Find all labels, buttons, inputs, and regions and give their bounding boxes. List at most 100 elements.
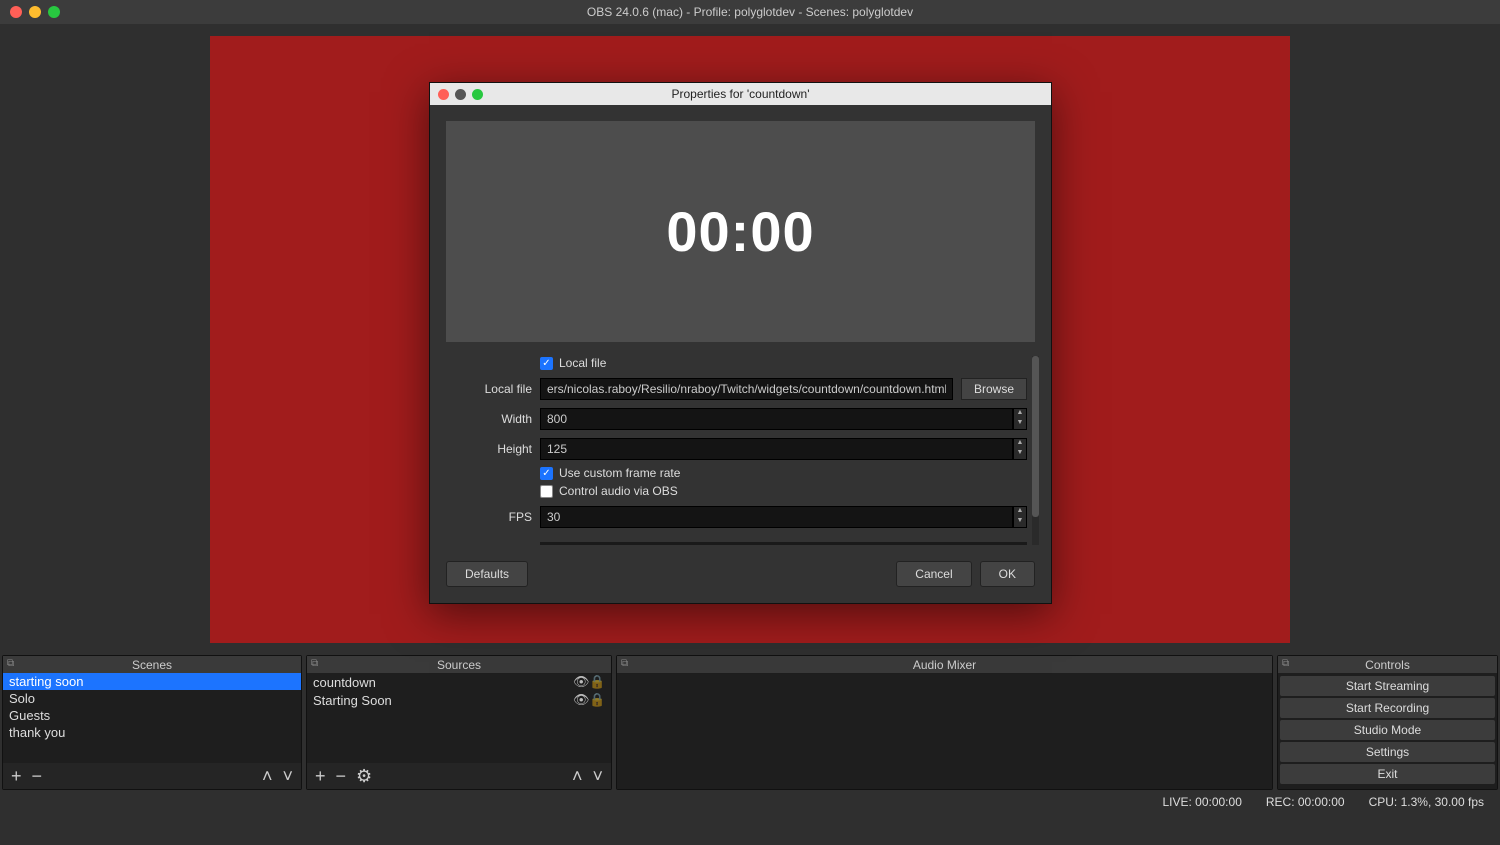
form-scrollbar[interactable] xyxy=(1032,356,1039,545)
bottom-docks: ⧉ Scenes starting soonSoloGueststhank yo… xyxy=(0,655,1500,790)
control-audio-checkbox[interactable] xyxy=(540,485,553,498)
zoom-dialog-icon[interactable] xyxy=(472,89,483,100)
form-separator xyxy=(540,542,1027,545)
minimize-window-icon[interactable] xyxy=(29,6,41,18)
source-item[interactable]: countdown👁🔒 xyxy=(307,673,611,691)
window-traffic-lights xyxy=(10,6,60,18)
height-input[interactable] xyxy=(540,438,1013,460)
height-label: Height xyxy=(446,442,532,456)
source-label: countdown xyxy=(313,675,573,690)
dock-popout-icon[interactable]: ⧉ xyxy=(1282,658,1289,669)
window-title: OBS 24.0.6 (mac) - Profile: polyglotdev … xyxy=(0,5,1500,19)
custom-frame-rate-checkbox[interactable]: ✓ xyxy=(540,467,553,480)
control-audio-row: Control audio via OBS xyxy=(540,484,1027,498)
properties-dialog: Properties for 'countdown' 00:00 ✓ Local… xyxy=(429,82,1052,604)
sources-title: Sources xyxy=(437,658,481,672)
move-scene-down-icon[interactable]: ˅ xyxy=(282,767,293,785)
mixer-body xyxy=(617,673,1272,789)
add-scene-icon[interactable]: + xyxy=(11,767,22,785)
dialog-traffic-lights xyxy=(438,89,483,100)
scenes-list[interactable]: starting soonSoloGueststhank you xyxy=(3,673,301,763)
studio-mode-button[interactable]: Studio Mode xyxy=(1280,720,1495,740)
scenes-title: Scenes xyxy=(132,658,172,672)
dialog-title: Properties for 'countdown' xyxy=(430,87,1051,101)
local-file-checkbox-label: Local file xyxy=(559,356,606,370)
custom-frame-rate-row: ✓ Use custom frame rate xyxy=(540,466,1027,480)
sources-toolbar: + − ⚙ ˄ ˅ xyxy=(307,763,611,789)
fps-input[interactable] xyxy=(540,506,1013,528)
dock-popout-icon[interactable]: ⧉ xyxy=(621,658,628,669)
mixer-header: ⧉ Audio Mixer xyxy=(617,656,1272,673)
dialog-buttons: Defaults Cancel OK xyxy=(446,545,1035,587)
width-input[interactable] xyxy=(540,408,1013,430)
fps-spinner[interactable]: ▲▼ xyxy=(1013,506,1027,528)
source-preview: 00:00 xyxy=(446,121,1035,342)
status-rec: REC: 00:00:00 xyxy=(1266,795,1345,809)
width-row: Width ▲▼ xyxy=(446,408,1027,430)
source-properties-icon[interactable]: ⚙ xyxy=(356,767,372,785)
browse-button[interactable]: Browse xyxy=(961,378,1027,400)
height-row: Height ▲▼ xyxy=(446,438,1027,460)
dock-popout-icon[interactable]: ⧉ xyxy=(311,658,318,669)
zoom-window-icon[interactable] xyxy=(48,6,60,18)
lock-icon[interactable]: 🔒 xyxy=(589,674,605,690)
control-audio-label: Control audio via OBS xyxy=(559,484,678,498)
status-cpu: CPU: 1.3%, 30.00 fps xyxy=(1369,795,1484,809)
start-streaming-button[interactable]: Start Streaming xyxy=(1280,676,1495,696)
properties-form: ✓ Local file Local file Browse Width ▲▼ … xyxy=(446,356,1035,545)
local-file-checkbox-row: ✓ Local file xyxy=(540,356,1027,370)
visibility-icon[interactable]: 👁 xyxy=(573,692,589,708)
mixer-title: Audio Mixer xyxy=(913,658,976,672)
fps-label: FPS xyxy=(446,510,532,524)
local-file-checkbox[interactable]: ✓ xyxy=(540,357,553,370)
scenes-header: ⧉ Scenes xyxy=(3,656,301,673)
controls-dock: ⧉ Controls Start StreamingStart Recordin… xyxy=(1277,655,1498,790)
scenes-toolbar: + − ˄ ˅ xyxy=(3,763,301,789)
visibility-icon[interactable]: 👁 xyxy=(573,674,589,690)
source-item[interactable]: Starting Soon👁🔒 xyxy=(307,691,611,709)
dialog-titlebar[interactable]: Properties for 'countdown' xyxy=(430,83,1051,105)
remove-scene-icon[interactable]: − xyxy=(32,767,43,785)
controls-title: Controls xyxy=(1365,658,1410,672)
move-scene-up-icon[interactable]: ˄ xyxy=(262,767,273,785)
width-spinner[interactable]: ▲▼ xyxy=(1013,408,1027,430)
ok-button[interactable]: OK xyxy=(980,561,1035,587)
start-recording-button[interactable]: Start Recording xyxy=(1280,698,1495,718)
minimize-dialog-icon xyxy=(455,89,466,100)
local-file-row: Local file Browse xyxy=(446,378,1027,400)
source-label: Starting Soon xyxy=(313,693,573,708)
move-source-down-icon[interactable]: ˅ xyxy=(592,767,603,785)
height-spinner[interactable]: ▲▼ xyxy=(1013,438,1027,460)
status-bar: LIVE: 00:00:00 REC: 00:00:00 CPU: 1.3%, … xyxy=(0,790,1500,814)
main-titlebar: OBS 24.0.6 (mac) - Profile: polyglotdev … xyxy=(0,0,1500,24)
controls-header: ⧉ Controls xyxy=(1278,656,1497,673)
custom-frame-rate-label: Use custom frame rate xyxy=(559,466,680,480)
settings-button[interactable]: Settings xyxy=(1280,742,1495,762)
audio-mixer-dock: ⧉ Audio Mixer xyxy=(616,655,1273,790)
remove-source-icon[interactable]: − xyxy=(336,767,347,785)
scene-item[interactable]: Guests xyxy=(3,707,301,724)
scene-item[interactable]: starting soon xyxy=(3,673,301,690)
width-label: Width xyxy=(446,412,532,426)
move-source-up-icon[interactable]: ˄ xyxy=(572,767,583,785)
sources-header: ⧉ Sources xyxy=(307,656,611,673)
defaults-button[interactable]: Defaults xyxy=(446,561,528,587)
close-window-icon[interactable] xyxy=(10,6,22,18)
countdown-text: 00:00 xyxy=(666,199,814,264)
status-live: LIVE: 00:00:00 xyxy=(1162,795,1241,809)
close-dialog-icon[interactable] xyxy=(438,89,449,100)
scene-item[interactable]: Solo xyxy=(3,690,301,707)
cancel-button[interactable]: Cancel xyxy=(896,561,971,587)
sources-dock: ⧉ Sources countdown👁🔒Starting Soon👁🔒 + −… xyxy=(306,655,612,790)
local-file-label: Local file xyxy=(446,382,532,396)
scrollbar-thumb[interactable] xyxy=(1032,356,1039,517)
scene-item[interactable]: thank you xyxy=(3,724,301,741)
dock-popout-icon[interactable]: ⧉ xyxy=(7,658,14,669)
add-source-icon[interactable]: + xyxy=(315,767,326,785)
sources-list[interactable]: countdown👁🔒Starting Soon👁🔒 xyxy=(307,673,611,763)
lock-icon[interactable]: 🔒 xyxy=(589,692,605,708)
fps-row: FPS ▲▼ xyxy=(446,506,1027,528)
local-file-input[interactable] xyxy=(540,378,953,400)
scenes-dock: ⧉ Scenes starting soonSoloGueststhank yo… xyxy=(2,655,302,790)
exit-button[interactable]: Exit xyxy=(1280,764,1495,784)
